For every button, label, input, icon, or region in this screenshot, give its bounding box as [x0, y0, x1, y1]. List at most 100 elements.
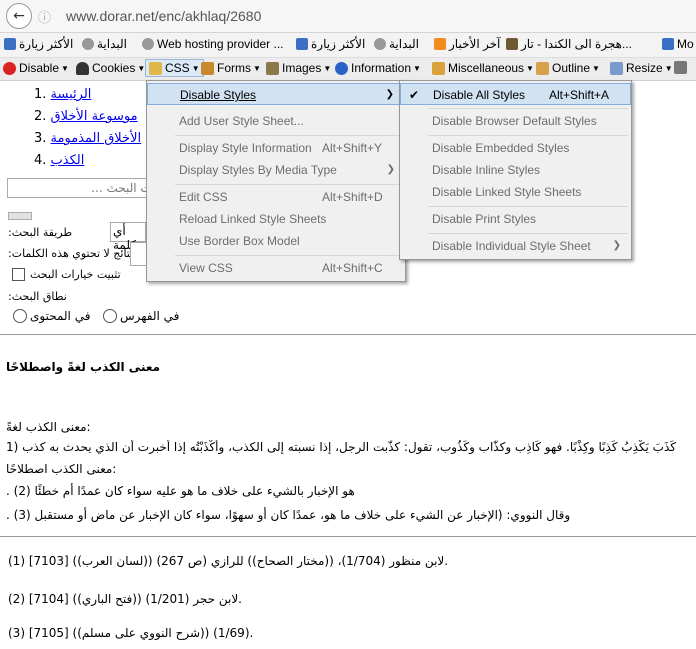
menu-item-display-styles-by-media[interactable]: Display Styles By Media Type ❯ [147, 159, 405, 181]
menu-separator [175, 184, 400, 185]
search-method-select[interactable]: أي كلمة [110, 222, 146, 252]
toolbar-miscellaneous[interactable]: Miscellaneous ▼ [432, 61, 534, 75]
back-button[interactable]: ← [6, 3, 32, 29]
search-method-label: :طريقة البحث [8, 226, 73, 239]
caret-down-icon: ▼ [323, 63, 332, 73]
toolbar-disable[interactable]: Disable ▼ [3, 61, 69, 75]
scope-index-radio[interactable] [103, 309, 117, 323]
bookmark-item[interactable]: الأكثر زيارة [296, 37, 365, 51]
reload-icon[interactable]: ⓘ [38, 7, 51, 26]
menu-item-disable-all-styles[interactable]: ✔ Disable All Styles Alt+Shift+A [400, 83, 631, 105]
scope-index-label: في الفهرس [120, 309, 180, 323]
checkmark-icon: ✔ [409, 88, 420, 102]
menu-item-disable-individual-style-sheet[interactable]: Disable Individual Style Sheet ❯ [400, 235, 631, 257]
toolbar-resize[interactable]: Resize ▼ [610, 61, 673, 75]
no-entry-icon [3, 61, 16, 75]
css-menu: Disable Styles ❯ Add User Style Sheet...… [146, 80, 406, 282]
caret-down-icon: ▼ [526, 63, 534, 73]
menu-item-display-style-information[interactable]: Display Style Information Alt+Shift+Y [147, 137, 405, 159]
nawawi-quote: . (وقال النووي: (الإخبار عن الشيء على خل… [6, 508, 571, 522]
term-meaning-text: . (هو الإخبار بالشيء على خلاف ما هو عليه… [6, 484, 355, 498]
fix-options-label: تثبيت خيارات البحث [30, 268, 121, 281]
bookmark-item[interactable]: الأكثر زيارة [4, 37, 73, 51]
menu-separator [428, 108, 628, 109]
search-button[interactable] [8, 212, 32, 220]
menu-item-disable-print-styles[interactable]: Disable Print Styles [400, 208, 631, 230]
menu-item-add-user-style-sheet[interactable]: Add User Style Sheet... [147, 110, 405, 132]
menu-item-view-css[interactable]: View CSS Alt+Shift+C [147, 257, 405, 279]
divider [0, 536, 696, 537]
term-meaning-title: :معنى الكذب اصطلاحًا [6, 462, 117, 476]
nav-link-blameworthy[interactable]: الأخلاق المذمومة [51, 131, 142, 146]
toolbar-information[interactable]: Information ▼ [335, 61, 421, 75]
bookmark-item[interactable]: البداية [374, 37, 419, 51]
info-icon [335, 61, 348, 75]
menu-item-disable-browser-default-styles[interactable]: Disable Browser Default Styles [400, 110, 631, 132]
folder-icon [432, 61, 445, 75]
bookmark-item[interactable]: Mo [662, 37, 694, 51]
footnote-item: (2) [7104] ((فتح الباري)) لابن حجر (1/20… [8, 592, 242, 606]
footnote-item: (1) [7103] ((لسان العرب)) لابن منظور (1/… [8, 554, 449, 568]
menu-item-edit-css[interactable]: Edit CSS Alt+Shift+D [147, 186, 405, 208]
toolbar-images[interactable]: Images ▼ [266, 61, 331, 75]
menu-separator [428, 135, 628, 136]
page-title: معنى الكذب لغةً واصطلاحًا [6, 360, 161, 374]
menu-item-reload-linked-style-sheets[interactable]: Reload Linked Style Sheets [147, 208, 405, 230]
caret-down-icon: ▼ [191, 63, 200, 73]
toolbar-outline[interactable]: Outline ▼ [536, 61, 600, 75]
nav-link-encyclopedia[interactable]: موسوعة الأخلاق [51, 109, 138, 124]
tools-icon[interactable] [674, 61, 690, 74]
bookmark-item[interactable]: آخر الأخبار [434, 37, 500, 51]
menu-item-disable-embedded-styles[interactable]: Disable Embedded Styles [400, 137, 631, 159]
bookmarks-bar: الأكثر زيارة البداية Web hosting provide… [0, 33, 696, 58]
list-item: 2. موسوعة الأخلاق [34, 109, 138, 124]
person-icon [76, 61, 89, 75]
fix-options-checkbox[interactable] [12, 268, 25, 281]
bookmark-item[interactable]: البداية [82, 37, 127, 51]
lang-meaning-title: :معنى الكذب لغةً [6, 420, 91, 434]
menu-separator [175, 135, 400, 136]
resize-icon [610, 61, 623, 75]
chevron-right-icon: ❯ [612, 240, 621, 251]
scope-label: :نطاق البحث [8, 290, 67, 303]
globe-icon [142, 38, 154, 50]
rss-icon [434, 38, 446, 50]
menu-item-disable-linked-style-sheets[interactable]: Disable Linked Style Sheets [400, 181, 631, 203]
toolbar-forms[interactable]: Forms ▼ [201, 61, 261, 75]
bookmark-item[interactable]: هجرة الى الكندا - تار... [506, 37, 632, 51]
pencil-icon [536, 61, 549, 75]
bookmark-icon [296, 38, 308, 50]
address-bar: ← ⓘ www.dorar.net/enc/akhlaq/2680 [0, 0, 696, 33]
breadcrumb-list: 1. الرئيسة 2. موسوعة الأخلاق 3. الأخلاق … [34, 84, 141, 172]
bookmark-icon [4, 38, 16, 50]
menu-separator [428, 233, 628, 234]
toolbar-cookies[interactable]: Cookies ▼ [76, 61, 145, 75]
menu-item-use-border-box-model[interactable]: Use Border Box Model [147, 230, 405, 252]
clipboard-icon [201, 61, 214, 75]
menu-item-disable-inline-styles[interactable]: Disable Inline Styles [400, 159, 631, 181]
menu-separator [428, 206, 628, 207]
toolbar-css[interactable]: CSS ▼ [145, 59, 204, 77]
scope-content-radio[interactable] [13, 309, 27, 323]
menu-item-disable-styles[interactable]: Disable Styles ❯ [147, 83, 405, 105]
pencil-icon [149, 61, 162, 75]
exclude-words-label: :النتائج لا تحتوي هذه الكلمات [8, 247, 140, 260]
caret-down-icon: ▼ [413, 63, 421, 73]
arrow-left-icon: ← [13, 8, 25, 24]
divider [0, 334, 696, 335]
caret-down-icon: ▼ [592, 63, 600, 73]
url-field[interactable]: www.dorar.net/enc/akhlaq/2680 [66, 8, 261, 24]
list-item: 1. الرئيسة [34, 87, 92, 102]
nav-link-lying[interactable]: الكذب [51, 153, 85, 168]
caret-down-icon: ▼ [61, 63, 69, 73]
caret-down-icon: ▼ [253, 63, 261, 73]
wrench-icon [674, 61, 687, 74]
disable-styles-submenu: ✔ Disable All Styles Alt+Shift+A Disable… [399, 80, 632, 260]
scope-content-label: في المحتوى [30, 309, 91, 323]
person-icon [506, 38, 518, 50]
globe-icon [374, 38, 386, 50]
chevron-right-icon: ❯ [385, 89, 394, 100]
lang-meaning-text: كَذَبَ يَكْذِبُ كَذِبًا وكِذْبًا. فهو كَ… [6, 440, 676, 454]
bookmark-item[interactable]: Web hosting provider ... [142, 37, 284, 51]
nav-link-home[interactable]: الرئيسة [51, 87, 92, 102]
